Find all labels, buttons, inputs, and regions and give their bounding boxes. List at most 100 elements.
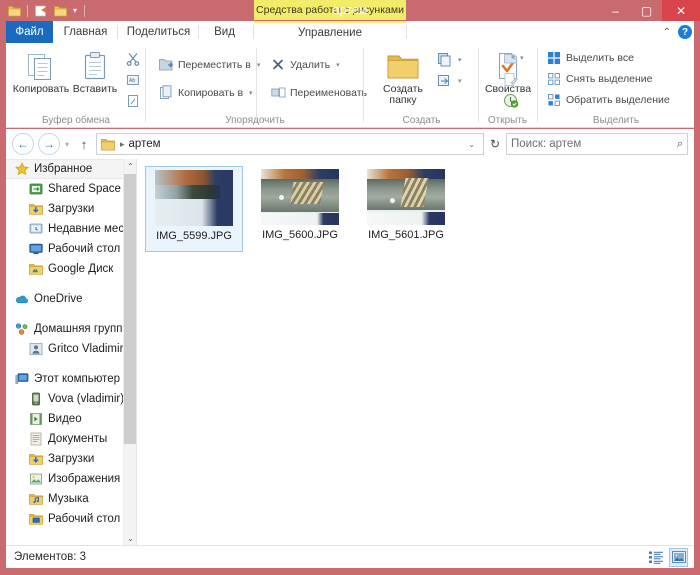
sidebar-item-this-pc[interactable]: Этот компьютер	[6, 369, 136, 389]
maximize-button[interactable]: ▢	[631, 0, 662, 21]
navigation-pane-scrollbar[interactable]: ⌃ ⌄	[123, 159, 136, 545]
copy-path-icon[interactable]: Ab	[124, 71, 142, 89]
sidebar-item-vova-vladimir[interactable]: Vova (vladimir)	[6, 389, 136, 409]
open-with-caret[interactable]: ▾	[520, 54, 524, 62]
sidebar-label-desktop: Рабочий стол	[48, 243, 120, 255]
new-item-caret[interactable]: ▾	[458, 56, 462, 64]
thumb-layer-coil	[400, 178, 429, 207]
sidebar-item-desktop[interactable]: Рабочий стол	[6, 239, 136, 259]
thumb-layer-coil	[291, 182, 324, 204]
close-button[interactable]: ✕	[662, 0, 700, 21]
cut-icon[interactable]	[124, 50, 142, 68]
paste-button[interactable]: Вставить	[66, 48, 124, 110]
rename-icon	[270, 85, 286, 101]
copy-to-button[interactable]: Копировать в ▾	[158, 83, 253, 102]
breadcrumb-current-folder[interactable]: артем	[129, 138, 161, 150]
copy-button[interactable]: Копировать	[12, 48, 70, 110]
downloads-icon	[28, 451, 44, 467]
tab-file[interactable]: Файл	[6, 21, 53, 43]
rename-button[interactable]: Переименовать	[270, 83, 367, 102]
edit-icon[interactable]	[501, 70, 519, 88]
folder-icon[interactable]	[6, 3, 22, 19]
contextual-tab-banner: Средства работы с рисунками	[254, 0, 406, 20]
delete-button[interactable]: Удалить ▾	[270, 55, 340, 74]
sidebar-item-downloads-pc[interactable]: Загрузки	[6, 449, 136, 469]
back-button[interactable]: ←	[12, 133, 34, 155]
breadcrumb-folder-icon	[101, 138, 115, 151]
sidebar-label-homegroup: Домашняя группа	[34, 323, 129, 335]
large-icons-view-button[interactable]	[669, 548, 688, 567]
breadcrumb[interactable]: ▸ артем ⌄	[96, 133, 484, 155]
sidebar-item-google-drive[interactable]: Google Диск	[6, 259, 136, 279]
up-button[interactable]: ↑	[74, 137, 94, 152]
tab-separator-4	[406, 25, 407, 39]
sidebar-item-gritco-vladimir[interactable]: Gritco Vladimir	[6, 339, 136, 359]
new-folder-icon[interactable]	[33, 3, 49, 19]
breadcrumb-dropdown-icon[interactable]: ⌄	[468, 140, 479, 149]
sidebar-item-documents[interactable]: Документы	[6, 429, 136, 449]
qat-separator-1	[27, 5, 28, 17]
open-with-icon[interactable]	[501, 49, 519, 67]
navigation-pane[interactable]: Избранное Shared Space	[6, 159, 136, 545]
easy-access-button[interactable]: ▾	[436, 71, 462, 90]
move-to-button[interactable]: Переместить в ▾	[158, 55, 260, 74]
scroll-down-button[interactable]: ⌄	[124, 531, 136, 545]
cloud-icon	[14, 291, 30, 307]
tab-share[interactable]: Поделиться	[118, 21, 199, 43]
ribbon-group-clipboard-label: Буфер обмена	[6, 115, 146, 126]
move-to-caret[interactable]: ▾	[257, 61, 261, 69]
sidebar-item-recent-places[interactable]: Недавние места	[6, 219, 136, 239]
sidebar-item-videos[interactable]: Видео	[6, 409, 136, 429]
details-view-button[interactable]	[647, 548, 666, 567]
sidebar-item-shared-space[interactable]: Shared Space	[6, 179, 136, 199]
sidebar-item-favorites[interactable]: Избранное	[6, 159, 136, 179]
delete-caret[interactable]: ▾	[336, 61, 340, 69]
ribbon-group-clipboard: Копировать Вставить	[6, 43, 146, 128]
search-icon[interactable]: ⌕	[677, 138, 683, 151]
invert-selection-label: Обратить выделение	[566, 94, 670, 106]
tab-manage[interactable]: Управление	[254, 21, 406, 43]
copy-to-caret[interactable]: ▾	[249, 89, 253, 97]
easy-access-caret[interactable]: ▾	[458, 77, 462, 85]
computer-icon	[14, 371, 30, 387]
history-icon[interactable]	[501, 91, 519, 109]
scrollbar-thumb[interactable]	[124, 174, 136, 444]
refresh-button[interactable]: ↻	[484, 137, 506, 151]
new-folder-label-line2: папку	[389, 95, 416, 106]
nav-gap-2	[6, 309, 136, 319]
music-icon	[28, 491, 44, 507]
sidebar-item-music[interactable]: Музыка	[6, 489, 136, 509]
status-bar: Элементов: 3	[6, 545, 694, 568]
file-item-1[interactable]: IMG_5599.JPG	[145, 166, 243, 252]
tab-view[interactable]: Вид	[199, 21, 250, 43]
phone-icon	[28, 391, 44, 407]
forward-button[interactable]: →	[38, 133, 60, 155]
paste-shortcut-icon[interactable]	[124, 92, 142, 110]
search-input[interactable]: Поиск: артем ⌕	[506, 133, 688, 155]
recent-locations-button[interactable]: ▾	[60, 140, 74, 149]
folder2-icon[interactable]	[52, 3, 68, 19]
sidebar-label-music: Музыка	[48, 493, 89, 505]
tab-home[interactable]: Главная	[53, 21, 118, 43]
breadcrumb-separator[interactable]: ▸	[120, 139, 125, 150]
paste-button-label: Вставить	[73, 84, 118, 95]
file-list-pane[interactable]: IMG_5599.JPG IMG_5600.JPG	[136, 159, 694, 545]
invert-selection-button[interactable]: Обратить выделение	[546, 90, 670, 109]
new-item-button[interactable]: ▾	[436, 50, 462, 69]
sidebar-item-onedrive[interactable]: OneDrive	[6, 289, 136, 309]
sidebar-item-downloads[interactable]: Загрузки	[6, 199, 136, 219]
sidebar-item-homegroup[interactable]: Домашняя группа	[6, 319, 136, 339]
sidebar-item-desktop-pc[interactable]: Рабочий стол	[6, 509, 136, 529]
select-none-button[interactable]: Снять выделение	[546, 69, 652, 88]
scroll-up-button[interactable]: ⌃	[124, 159, 136, 173]
minimize-button[interactable]: –	[600, 0, 631, 21]
nav-gap-1	[6, 279, 136, 289]
file-item-2[interactable]: IMG_5600.JPG	[251, 166, 349, 252]
help-icon[interactable]: ?	[678, 25, 692, 39]
file-item-3[interactable]: IMG_5601.JPG	[357, 166, 455, 252]
sidebar-item-pictures[interactable]: Изображения	[6, 469, 136, 489]
qat-dropdown-caret[interactable]: ▾	[71, 7, 79, 15]
collapse-ribbon-button[interactable]: ⌃	[663, 27, 671, 38]
new-folder-button[interactable]: Создать папку	[372, 48, 434, 110]
select-all-button[interactable]: Выделить все	[546, 48, 634, 67]
